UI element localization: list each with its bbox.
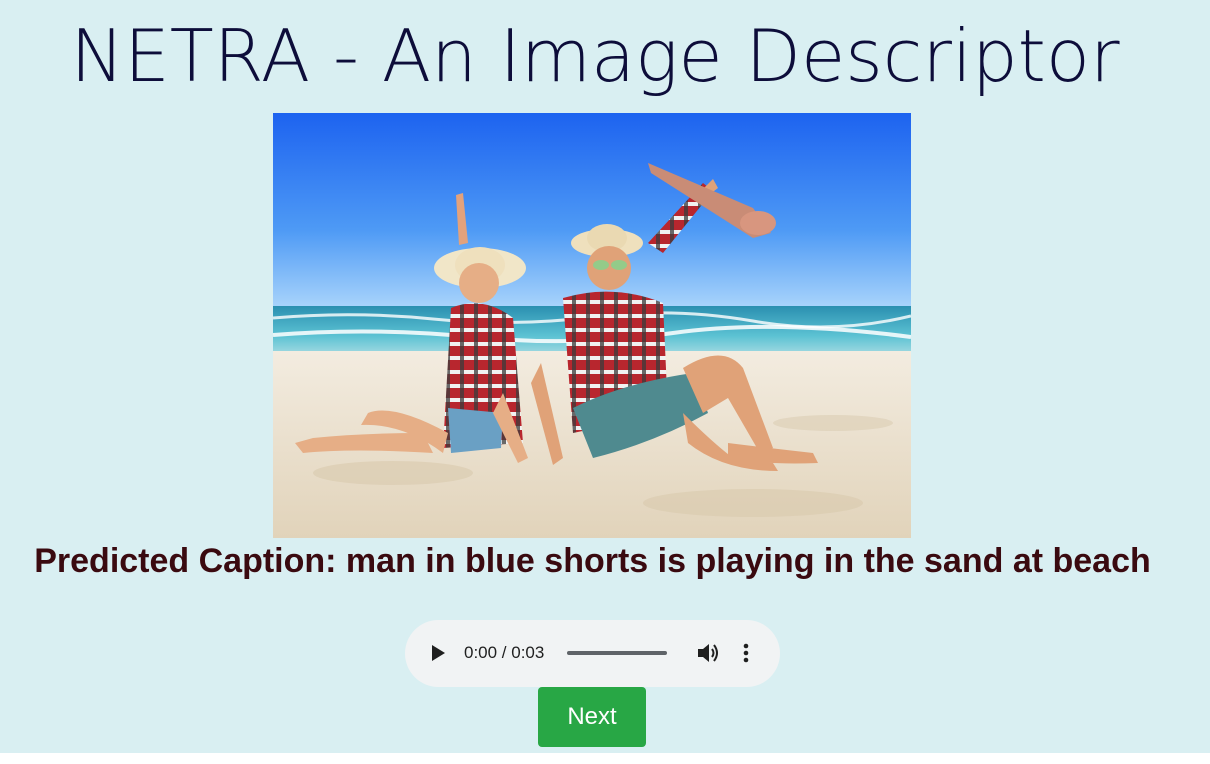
audio-player[interactable]: 0:00 / 0:03 xyxy=(405,620,780,687)
more-vertical-icon[interactable] xyxy=(736,640,756,666)
predicted-caption: Predicted Caption: man in blue shorts is… xyxy=(34,542,1151,580)
next-button[interactable]: Next xyxy=(538,687,646,747)
audio-time-display: 0:00 / 0:03 xyxy=(464,643,545,662)
caption-image xyxy=(273,113,911,538)
page: NETRA - An Image Descriptor Predicted Ca… xyxy=(0,0,1210,753)
page-title: NETRA - An Image Descriptor xyxy=(70,14,1120,98)
play-icon[interactable] xyxy=(427,642,449,664)
audio-progress-bar[interactable] xyxy=(567,651,667,655)
volume-icon[interactable] xyxy=(695,640,721,666)
